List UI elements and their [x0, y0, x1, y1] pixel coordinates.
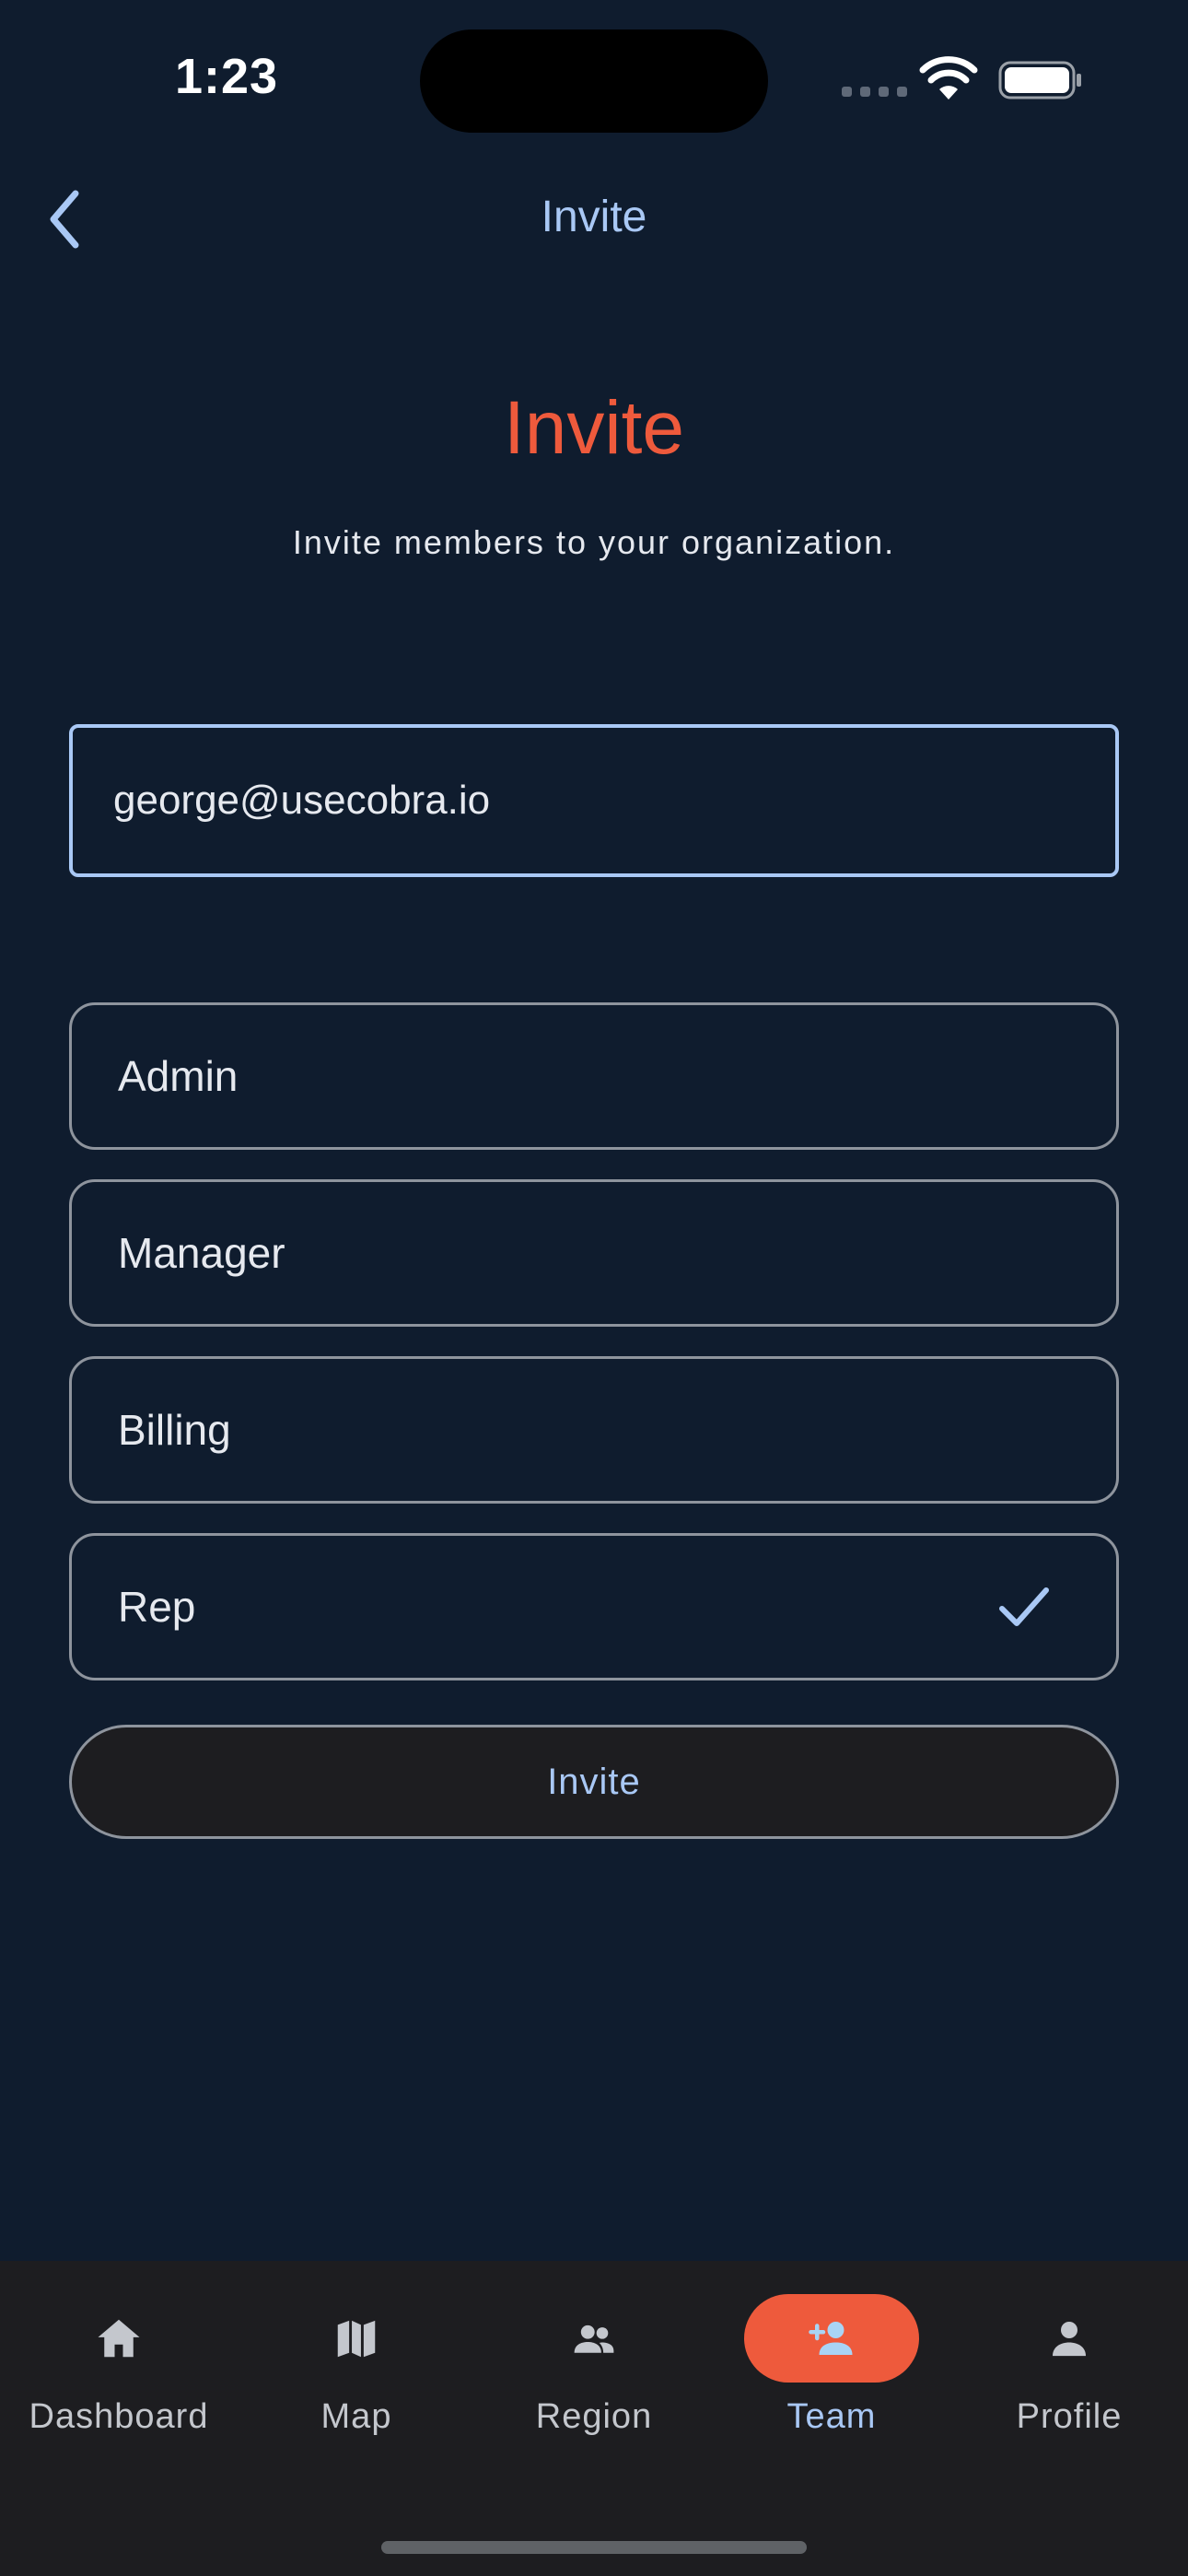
tab-label: Profile	[1016, 2397, 1123, 2436]
status-time: 1:23	[175, 49, 279, 104]
tab-team[interactable]: Team	[713, 2261, 950, 2464]
tab-label: Team	[786, 2397, 877, 2436]
role-label: Admin	[118, 1052, 239, 1100]
tab-map[interactable]: Map	[238, 2261, 475, 2464]
bottom-tab-bar: Dashboard Map Region Team Profile	[0, 2261, 1188, 2576]
home-icon	[98, 2319, 140, 2358]
group-icon	[574, 2324, 614, 2353]
wifi-icon	[919, 56, 978, 100]
tab-label: Dashboard	[29, 2397, 209, 2436]
role-label: Rep	[118, 1583, 196, 1631]
cellular-signal-icon	[842, 87, 907, 97]
header-title: Invite	[541, 193, 647, 241]
tab-label: Region	[535, 2397, 653, 2436]
role-label: Billing	[118, 1406, 231, 1454]
tab-dashboard[interactable]: Dashboard	[0, 2261, 238, 2464]
home-indicator[interactable]	[381, 2541, 807, 2554]
role-option-rep[interactable]: Rep	[69, 1533, 1119, 1680]
invite-button[interactable]: Invite	[69, 1725, 1119, 1839]
battery-icon	[998, 61, 1081, 100]
role-option-billing[interactable]: Billing	[69, 1356, 1119, 1504]
person-icon	[1053, 2322, 1086, 2357]
page-subtitle: Invite members to your organization.	[292, 523, 896, 561]
status-bar: 1:23	[0, 0, 1188, 157]
page-title: Invite	[504, 386, 684, 470]
role-label: Manager	[118, 1229, 285, 1277]
tab-label: Map	[320, 2397, 392, 2436]
invite-button-label: Invite	[547, 1761, 641, 1802]
tab-region[interactable]: Region	[475, 2261, 713, 2464]
role-option-manager[interactable]: Manager	[69, 1179, 1119, 1327]
nav-header: Invite	[0, 175, 1188, 258]
role-option-admin[interactable]: Admin	[69, 1002, 1119, 1150]
dynamic-island	[420, 29, 768, 133]
tab-profile[interactable]: Profile	[950, 2261, 1188, 2464]
person-add-icon	[809, 2322, 853, 2355]
email-input[interactable]	[69, 724, 1119, 877]
map-icon	[337, 2320, 376, 2358]
check-icon	[999, 1587, 1049, 1626]
